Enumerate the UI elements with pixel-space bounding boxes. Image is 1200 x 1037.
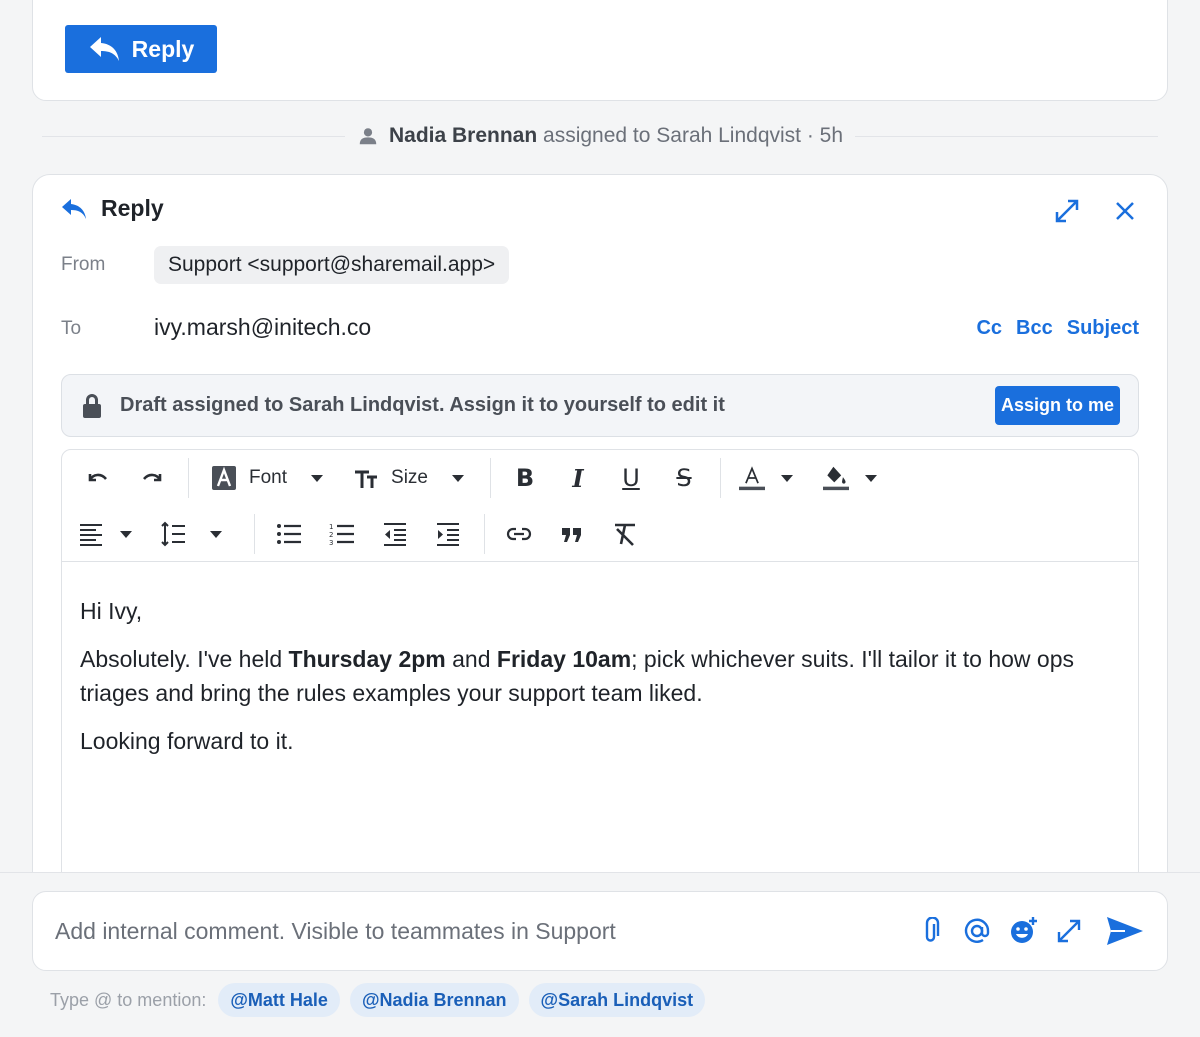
underline-icon: U	[622, 464, 640, 492]
font-icon	[212, 466, 236, 490]
subject-link[interactable]: Subject	[1067, 317, 1139, 340]
mention-suggestions: Type @ to mention: @Matt Hale @Nadia Bre…	[50, 983, 706, 1017]
undo-icon	[88, 473, 107, 482]
indent-button[interactable]	[428, 514, 468, 554]
cc-link[interactable]: Cc	[976, 317, 1002, 340]
expand-icon[interactable]	[1053, 197, 1081, 225]
close-icon[interactable]	[1111, 197, 1139, 225]
bold-button[interactable]: B	[505, 458, 545, 498]
italic-button[interactable]: I	[558, 458, 598, 498]
text-color-icon	[739, 466, 765, 491]
insert-link-button[interactable]	[499, 514, 539, 554]
mention-hint: Type @ to mention:	[50, 989, 207, 1010]
chevron-down-icon	[210, 530, 222, 538]
internal-comment-bar: Add internal comment. Visible to teammat…	[0, 872, 1200, 1037]
numbered-list-icon: 123	[329, 523, 354, 547]
emoji-icon[interactable]	[1009, 917, 1037, 945]
to-field[interactable]: ivy.marsh@initech.co	[154, 314, 371, 341]
rich-text-editor: Font Size B I U S 1 2 3 Hi Ivy, Absolute…	[61, 449, 1139, 929]
chevron-down-icon	[311, 474, 324, 482]
reply-arrow-icon	[62, 198, 86, 219]
from-label: From	[61, 254, 106, 275]
reply-arrow-icon	[89, 37, 119, 61]
lock-icon	[83, 393, 101, 418]
font-label: Font	[249, 467, 288, 488]
activity-entry: Nadia Brennan assigned to Sarah Lindqvis…	[42, 118, 1159, 154]
toolbar-separator	[490, 458, 491, 498]
text-color-dropdown[interactable]	[739, 458, 793, 498]
divider	[855, 135, 1159, 137]
expand-icon[interactable]	[1055, 917, 1083, 945]
redo-button[interactable]	[132, 458, 172, 498]
indent-icon	[437, 523, 459, 546]
chevron-down-icon	[781, 474, 793, 482]
body-greeting: Hi Ivy,	[80, 598, 143, 624]
text-size-icon	[355, 470, 378, 488]
internal-comment-input[interactable]: Add internal comment. Visible to teammat…	[32, 891, 1168, 971]
from-selector[interactable]: Support <support@sharemail.app>	[154, 246, 510, 284]
mention-chip[interactable]: @Nadia Brennan	[349, 983, 519, 1017]
line-height-icon	[161, 521, 185, 547]
activity-action: assigned to Sarah Lindqvist · 5h	[543, 124, 844, 147]
draft-lock-notice: Draft assigned to Sarah Lindqvist. Assig…	[61, 374, 1139, 437]
mention-chip[interactable]: @Matt Hale	[218, 983, 340, 1017]
size-label: Size	[391, 467, 428, 488]
attachment-icon[interactable]	[917, 917, 945, 945]
composer-header: Reply	[61, 195, 164, 222]
strikethrough-icon: S	[676, 464, 692, 492]
comment-placeholder: Add internal comment. Visible to teammat…	[55, 917, 616, 944]
bold-icon: B	[515, 464, 535, 492]
toolbar-separator	[484, 514, 485, 554]
font-dropdown[interactable]: Font	[211, 458, 324, 498]
toolbar-separator	[254, 514, 255, 554]
line-height-dropdown[interactable]	[160, 514, 222, 554]
align-dropdown[interactable]	[78, 514, 132, 554]
bcc-link[interactable]: Bcc	[1016, 317, 1053, 340]
fill-color-icon	[823, 466, 849, 491]
mention-icon[interactable]	[963, 917, 991, 945]
underline-button[interactable]: U	[611, 458, 651, 498]
formatting-toolbar: Font Size B I U S 1 2 3	[62, 450, 1138, 562]
outdent-icon	[384, 523, 406, 546]
bullet-list-icon	[277, 524, 301, 544]
activity-actor: Nadia Brennan	[388, 124, 538, 147]
previous-message-card: Reply	[32, 0, 1168, 101]
chevron-down-icon	[865, 474, 877, 482]
italic-icon: I	[572, 463, 584, 493]
clear-formatting-button[interactable]	[605, 514, 645, 554]
quote-icon	[562, 528, 581, 542]
to-label: To	[61, 318, 82, 339]
notice-text: Draft assigned to Sarah Lindqvist. Assig…	[120, 394, 725, 416]
size-dropdown[interactable]: Size	[353, 458, 464, 498]
person-icon	[359, 128, 377, 145]
toolbar-separator	[720, 458, 721, 498]
chevron-down-icon	[452, 474, 464, 482]
outdent-button[interactable]	[375, 514, 415, 554]
body-closing: Looking forward to it.	[80, 728, 294, 754]
svg-text:3: 3	[329, 539, 333, 547]
assign-to-me-button[interactable]: Assign to me	[994, 386, 1120, 425]
clear-formatting-icon	[615, 523, 635, 546]
toolbar-separator	[188, 458, 189, 498]
chevron-down-icon	[120, 530, 132, 538]
mention-chip[interactable]: @Sarah Lindqvist	[528, 983, 706, 1017]
highlight-color-dropdown[interactable]	[823, 458, 877, 498]
undo-button[interactable]	[78, 458, 118, 498]
redo-icon	[143, 473, 162, 482]
divider	[42, 135, 345, 137]
bullet-list-button[interactable]	[269, 514, 309, 554]
link-icon	[506, 527, 532, 541]
composer-title: Reply	[101, 195, 164, 221]
body-paragraph: Absolutely. I've held Thursday 2pm and F…	[80, 646, 1074, 706]
align-left-icon	[80, 524, 102, 546]
svg-text:1: 1	[329, 523, 333, 531]
numbered-list-button[interactable]: 123	[322, 514, 362, 554]
reply-button[interactable]: Reply	[65, 25, 217, 73]
svg-text:2: 2	[329, 531, 333, 539]
quote-button[interactable]	[552, 514, 592, 554]
reply-button-label: Reply	[131, 35, 195, 62]
send-icon[interactable]	[1105, 915, 1145, 947]
message-body[interactable]: Hi Ivy, Absolutely. I've held Thursday 2…	[80, 594, 1120, 772]
strikethrough-button[interactable]: S	[664, 458, 704, 498]
